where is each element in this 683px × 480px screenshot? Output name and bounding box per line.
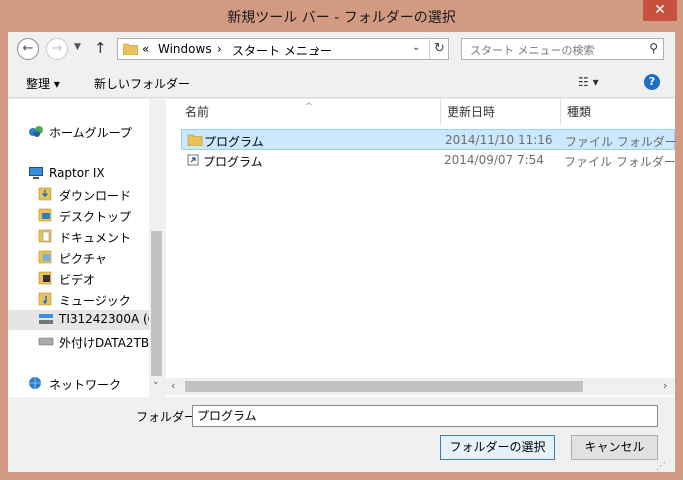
network-icon bbox=[29, 377, 41, 389]
pictures-icon bbox=[38, 250, 52, 264]
address-overflow[interactable]: « bbox=[142, 42, 149, 56]
select-folder-button[interactable]: フォルダーの選択 bbox=[440, 435, 555, 460]
folder-name-input[interactable]: プログラム bbox=[192, 405, 658, 427]
help-icon[interactable]: ? bbox=[644, 74, 660, 90]
view-options-button[interactable]: ☷ ▾ bbox=[578, 75, 599, 89]
external-drive-icon bbox=[38, 337, 54, 346]
column-header-name[interactable]: ^ 名前 bbox=[166, 99, 441, 125]
sidebar-item-label: デスクトップ bbox=[59, 210, 132, 224]
file-date: 2014/11/10 11:16 bbox=[445, 133, 553, 147]
homegroup-icon bbox=[29, 126, 43, 137]
dialog-window: 新規ツール バー - フォルダーの選択 ✕ ← → ▼ ↑ « Windows … bbox=[0, 0, 683, 480]
scrollbar-thumb[interactable] bbox=[185, 381, 583, 392]
search-input[interactable]: スタート メニューの検索 bbox=[470, 42, 595, 58]
address-separator[interactable]: › bbox=[315, 42, 320, 56]
organize-button[interactable]: 整理 ▾ bbox=[26, 75, 60, 92]
sidebar-item-label: 外付けDATA2TB bbox=[59, 336, 150, 350]
shortcut-folder-icon bbox=[187, 154, 199, 166]
column-header-label: 名前 bbox=[185, 105, 210, 119]
folder-field-label: フォルダー: bbox=[136, 410, 201, 424]
title-bar[interactable]: 新規ツール バー - フォルダーの選択 ✕ bbox=[0, 0, 683, 32]
address-bar[interactable]: « Windows › スタート メニュー › ⌄ ↻ bbox=[117, 38, 449, 60]
documents-icon bbox=[38, 229, 52, 243]
history-dropdown-icon[interactable]: ▼ bbox=[74, 42, 81, 52]
column-header-type[interactable]: 種類 bbox=[548, 99, 668, 125]
navigation-pane: ホームグループ Raptor IX ダウンロード デスクトップ ドキュメント ピ… bbox=[8, 99, 164, 397]
address-separator[interactable]: › bbox=[217, 42, 222, 56]
chevron-left-icon[interactable]: ‹ bbox=[171, 379, 175, 392]
file-list: ^ 名前 更新日時 種類 プログラム 2014/11/10 11:16 ファイル… bbox=[166, 99, 677, 397]
column-header-date[interactable]: 更新日時 bbox=[428, 99, 548, 125]
new-folder-button[interactable]: 新しいフォルダー bbox=[94, 75, 190, 92]
address-segment-windows[interactable]: Windows bbox=[158, 42, 212, 56]
command-toolbar: 整理 ▾ 新しいフォルダー ☷ ▾ ? bbox=[8, 68, 675, 98]
desktop-icon bbox=[38, 208, 52, 222]
sort-ascending-icon: ^ bbox=[305, 102, 313, 112]
downloads-icon bbox=[38, 187, 52, 201]
sidebar-item-label: ビデオ bbox=[59, 273, 96, 287]
up-arrow-icon[interactable]: ↑ bbox=[94, 39, 107, 57]
column-header-label: 種類 bbox=[567, 105, 592, 119]
chevron-right-icon[interactable]: › bbox=[663, 379, 667, 392]
table-row[interactable]: プログラム 2014/09/07 7:54 ファイル フォルダー bbox=[181, 150, 676, 171]
sidebar-item-drive-c[interactable]: TI31242300A (C bbox=[8, 310, 156, 330]
computer-icon bbox=[29, 167, 43, 179]
music-icon bbox=[38, 292, 52, 306]
sidebar-item-label: ピクチャ bbox=[59, 252, 107, 266]
search-box[interactable]: スタート メニューの検索 ⚲ bbox=[461, 38, 664, 60]
navigation-scrollbar[interactable]: ⌄ bbox=[149, 99, 164, 397]
dialog-client: ← → ▼ ↑ « Windows › スタート メニュー › ⌄ ↻ スタート… bbox=[8, 32, 677, 472]
drive-icon bbox=[39, 314, 53, 324]
close-button[interactable]: ✕ bbox=[643, 0, 677, 21]
file-date: 2014/09/07 7:54 bbox=[444, 153, 544, 167]
file-name: プログラム bbox=[203, 155, 263, 169]
sidebar-item-label: Raptor IX bbox=[49, 166, 105, 180]
refresh-icon[interactable]: ↻ bbox=[429, 39, 449, 59]
file-type: ファイル フォルダー bbox=[564, 155, 676, 169]
sidebar-item-label: ホームグループ bbox=[49, 126, 132, 140]
table-row[interactable]: プログラム 2014/11/10 11:16 ファイル フォルダー bbox=[181, 129, 677, 150]
horizontal-scrollbar[interactable]: ‹ › bbox=[166, 378, 675, 395]
sidebar-item-label: TI31242300A (C bbox=[59, 312, 157, 326]
resize-grip-icon[interactable]: ⋰ bbox=[656, 461, 666, 472]
dialog-footer: フォルダー: プログラム フォルダーの選択 キャンセル bbox=[8, 397, 675, 472]
videos-icon bbox=[38, 271, 52, 285]
sidebar-item-label: ダウンロード bbox=[59, 189, 132, 203]
navigation-bar: ← → ▼ ↑ « Windows › スタート メニュー › ⌄ ↻ スタート… bbox=[8, 32, 675, 66]
search-icon[interactable]: ⚲ bbox=[649, 41, 658, 55]
file-name: プログラム bbox=[204, 135, 264, 149]
chevron-down-icon[interactable]: ⌄ bbox=[412, 42, 420, 53]
column-header-label: 更新日時 bbox=[447, 105, 496, 119]
folder-icon bbox=[187, 134, 203, 146]
back-button[interactable]: ← bbox=[17, 38, 39, 60]
chevron-down-icon[interactable]: ⌄ bbox=[152, 377, 160, 387]
sidebar-item-label: ドキュメント bbox=[59, 231, 132, 245]
folder-icon bbox=[123, 43, 138, 55]
sidebar-item-label: ネットワーク bbox=[49, 378, 122, 392]
cancel-button[interactable]: キャンセル bbox=[571, 435, 658, 460]
sidebar-item-label: ミュージック bbox=[59, 294, 131, 308]
window-title: 新規ツール バー - フォルダーの選択 bbox=[227, 10, 456, 26]
forward-button[interactable]: → bbox=[46, 38, 68, 60]
scrollbar-thumb[interactable] bbox=[151, 231, 162, 376]
file-type: ファイル フォルダー bbox=[565, 135, 677, 149]
